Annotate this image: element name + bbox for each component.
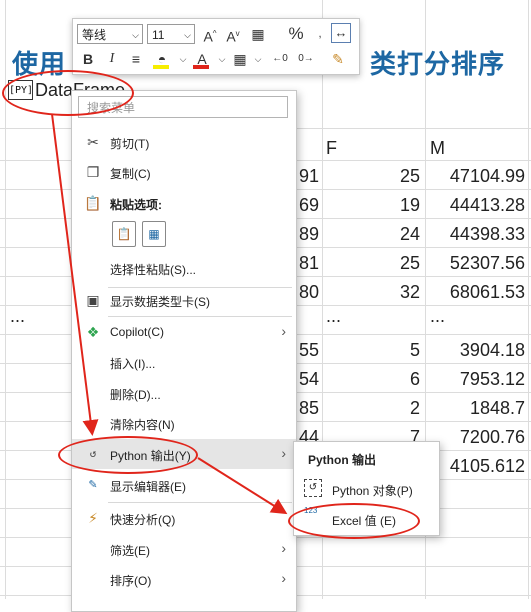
arrow-to-excel-value — [197, 457, 288, 515]
arrow-to-python-output — [51, 113, 99, 436]
annotation-arrows — [51, 113, 288, 515]
